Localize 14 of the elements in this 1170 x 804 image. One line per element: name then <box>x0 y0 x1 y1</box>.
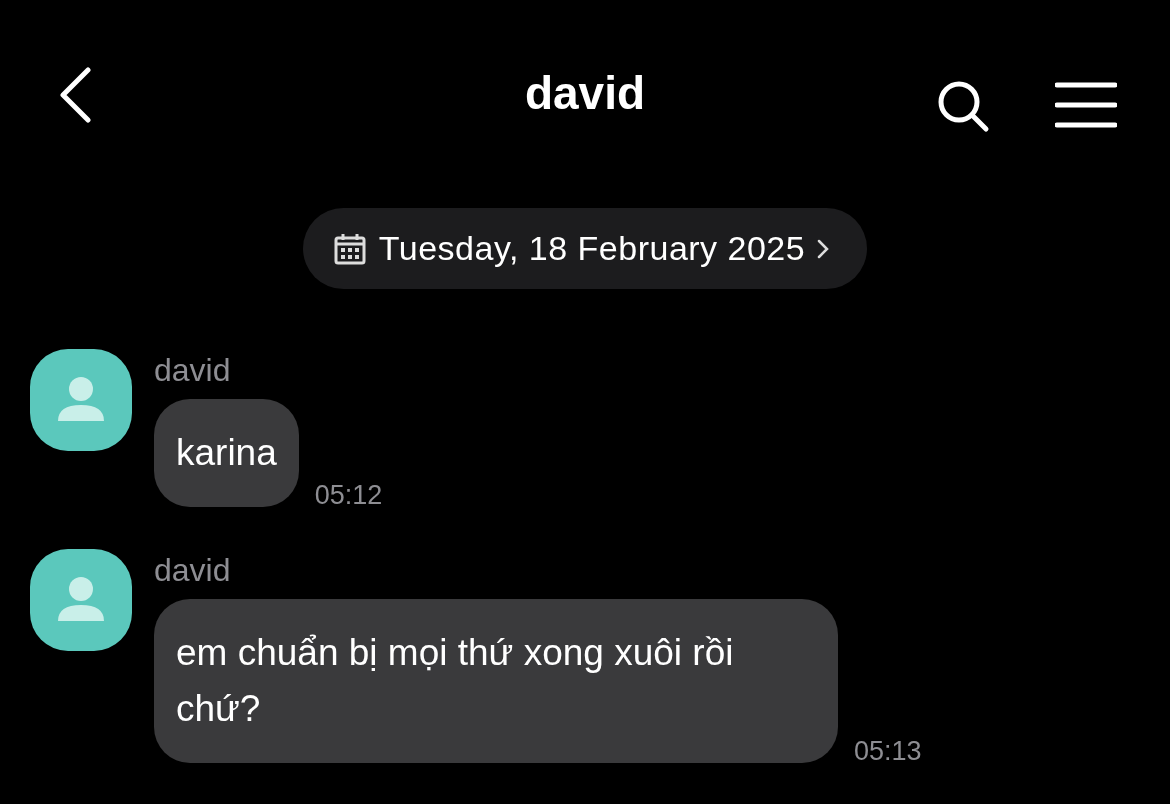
chat-title: david <box>524 66 646 120</box>
message-time: 05:13 <box>854 736 922 767</box>
message-bubble: karina <box>154 399 299 507</box>
sender-name: david <box>154 351 232 389</box>
message-time: 05:12 <box>314 480 383 511</box>
chevron-icon <box>817 238 830 259</box>
back-icon[interactable] <box>58 67 92 123</box>
sender-name: david <box>154 551 232 589</box>
avatar-icon[interactable] <box>30 549 132 651</box>
avatar-icon[interactable] <box>30 349 132 451</box>
message-bubble: em chuẩn bị mọi thứ xong xuôi rồi chứ? <box>154 599 838 763</box>
calendar-icon <box>332 231 367 266</box>
menu-icon[interactable] <box>1055 82 1117 128</box>
date-chip[interactable]: Tuesday, 18 February 2025 <box>302 208 868 289</box>
